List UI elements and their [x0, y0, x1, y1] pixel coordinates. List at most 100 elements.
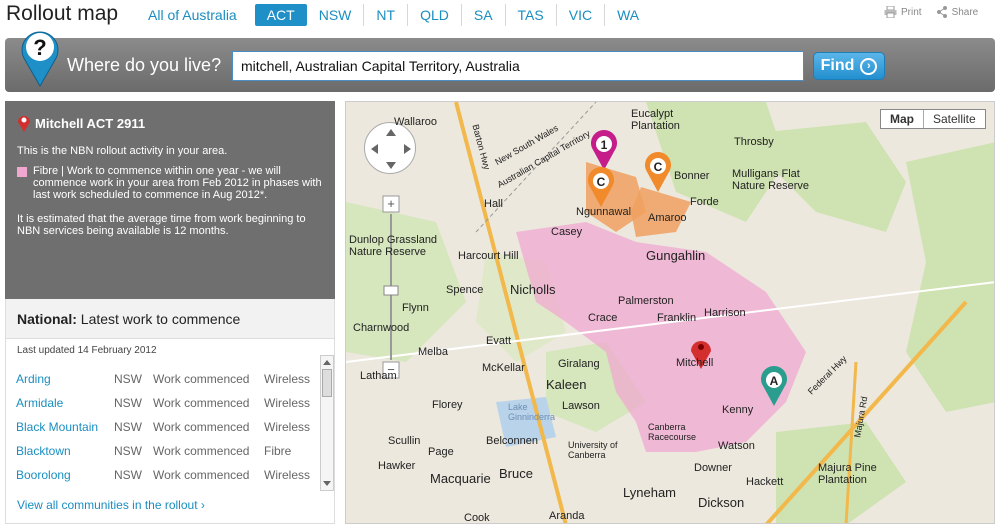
search-prompt: Where do you live?	[67, 55, 222, 75]
marker-c2-icon[interactable]: C	[643, 152, 673, 194]
tab-all-of-australia[interactable]: All of Australia	[139, 4, 249, 26]
map-label: Lyneham	[623, 485, 676, 500]
tab-tas[interactable]: TAS	[504, 4, 556, 26]
share-link[interactable]: Share	[936, 6, 978, 18]
pan-control[interactable]	[364, 122, 416, 174]
average-time-text: It is estimated that the average time fr…	[17, 213, 306, 237]
tab-vic[interactable]: VIC	[555, 4, 604, 26]
tab-qld[interactable]: QLD	[407, 4, 461, 26]
map-label: Melba	[418, 346, 448, 358]
community-state: NSW	[114, 372, 142, 386]
map-label: Spence	[446, 284, 484, 296]
marker-c-icon[interactable]: C	[586, 167, 616, 209]
national-label: National:	[17, 311, 77, 327]
communities-list: Arding NSW Work commenced Wireless Armidale…	[16, 367, 316, 487]
map-label: Crace	[588, 312, 618, 324]
scroll-down-icon[interactable]	[323, 481, 331, 486]
map-type-map-button[interactable]: Map	[881, 110, 923, 128]
map-label: Hall	[484, 198, 503, 210]
map-label: University of Canberra	[568, 440, 618, 460]
map-label: Lawson	[562, 400, 600, 412]
pan-arrows-icon	[371, 129, 411, 169]
tab-nt[interactable]: NT	[363, 4, 407, 26]
fibre-legend: Fibre | Work to commence within one year…	[17, 165, 323, 201]
state-tabs: All of Australia ACT NSW NT QLD SA TAS V…	[139, 4, 651, 26]
tab-act[interactable]: ACT	[254, 4, 307, 26]
community-status: Work commenced	[153, 420, 250, 434]
zoom-control[interactable]: + −	[381, 194, 401, 380]
print-link[interactable]: Print	[884, 6, 922, 18]
community-tech: Wireless	[264, 468, 311, 482]
marker-1-icon[interactable]: 1	[589, 130, 619, 172]
community-state: NSW	[114, 420, 142, 434]
list-item: Boorolong NSW Work commenced Wireless	[16, 463, 316, 487]
community-link[interactable]: Blacktown	[16, 444, 114, 458]
list-item: Arding NSW Work commenced Wireless	[16, 367, 316, 391]
marker-1-label: 1	[601, 138, 608, 152]
map-label: Mulligans Flat Nature Reserve	[732, 168, 810, 192]
fibre-text: Fibre | Work to commence within one year…	[33, 165, 322, 201]
scroll-up-icon[interactable]	[323, 360, 331, 365]
community-status: Work commenced	[153, 444, 250, 458]
community-status: Work commenced	[153, 396, 250, 410]
zoom-slider-handle[interactable]	[383, 285, 399, 296]
map-label: Wallaroo	[394, 116, 437, 128]
community-tech: Fibre	[264, 444, 292, 458]
scroll-thumb[interactable]	[322, 369, 332, 397]
map-label: Harrison	[704, 307, 746, 319]
page-title: Rollout map	[6, 2, 119, 25]
find-button-label: Find	[820, 57, 855, 74]
national-subtitle: Latest work to commence	[76, 311, 241, 327]
map-label: Franklin	[657, 312, 697, 324]
community-link[interactable]: Arding	[16, 372, 114, 386]
location-heading: Mitchell ACT 2911	[17, 113, 323, 133]
location-info-panel: Mitchell ACT 2911 This is the NBN rollou…	[5, 101, 335, 299]
map-label: Hawker	[378, 460, 416, 472]
marker-a-label: A	[770, 374, 779, 388]
location-pin-icon	[18, 116, 30, 132]
map-label: Hackett	[746, 476, 784, 488]
community-link[interactable]: Armidale	[16, 396, 114, 410]
find-button[interactable]: Find ›	[813, 52, 885, 80]
map-label: Watson	[718, 440, 755, 452]
fibre-swatch	[17, 167, 27, 177]
map-label: Eucalypt Plantation	[631, 108, 680, 132]
view-all-link[interactable]: View all communities in the rollout ›	[17, 498, 205, 512]
map-type-satellite-button[interactable]: Satellite	[923, 110, 985, 128]
map-label: Majura Pine Plantation	[818, 462, 877, 486]
marker-a-icon[interactable]: A	[759, 366, 789, 408]
chevron-right-icon: ›	[860, 57, 878, 75]
map-label: Belconnen	[486, 435, 538, 447]
map-label: Scullin	[388, 435, 421, 447]
community-link[interactable]: Black Mountain	[16, 420, 114, 434]
marker-c2-label: C	[654, 160, 663, 174]
printer-icon	[884, 6, 897, 18]
rollout-map[interactable]: Map Satellite + − 1 C C A Wallaroo New S…	[345, 101, 995, 524]
rollout-intro: This is the NBN rollout activity in your…	[17, 145, 228, 157]
map-label: Throsby	[734, 136, 774, 148]
tab-wa[interactable]: WA	[604, 4, 651, 26]
map-label: Cook	[464, 512, 490, 524]
tab-sa[interactable]: SA	[460, 4, 505, 26]
list-scrollbar[interactable]	[320, 355, 334, 491]
community-state: NSW	[114, 468, 142, 482]
tab-nsw[interactable]: NSW	[307, 4, 364, 26]
search-bar: ? Where do you live? Find ›	[5, 31, 995, 92]
page-tools: Print Share	[884, 6, 978, 18]
map-type-control: Map Satellite	[880, 109, 986, 129]
map-label: Flynn	[402, 302, 429, 314]
map-label: McKellar	[482, 362, 525, 374]
map-label: Downer	[694, 462, 732, 474]
print-label: Print	[901, 6, 922, 18]
community-link[interactable]: Boorolong	[16, 468, 114, 482]
map-label: Mitchell	[676, 357, 714, 369]
national-heading: National: Latest work to commence	[6, 299, 334, 339]
map-label: Lake Ginninderra	[508, 402, 556, 422]
location-name: Mitchell ACT 2911	[35, 115, 146, 131]
community-status: Work commenced	[153, 372, 250, 386]
national-panel: National: Latest work to commence Last u…	[5, 299, 335, 524]
map-label: Charnwood	[353, 322, 410, 334]
community-tech: Wireless	[264, 420, 311, 434]
search-input[interactable]	[232, 51, 804, 81]
svg-text:?: ?	[33, 35, 46, 60]
